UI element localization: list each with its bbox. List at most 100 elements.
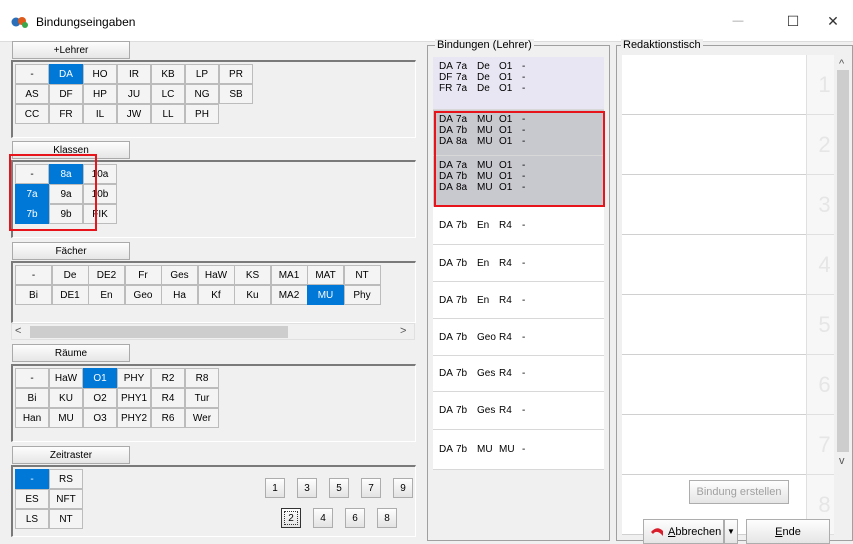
raeume-cell[interactable]: Han: [15, 408, 49, 428]
lehrer-cell[interactable]: PR: [219, 64, 253, 84]
raeume-cell[interactable]: PHY1: [117, 388, 151, 408]
raeume-cell[interactable]: PHY2: [117, 408, 151, 428]
zeitraster-cell[interactable]: RS: [49, 469, 83, 489]
raeume-cell[interactable]: R8: [185, 368, 219, 388]
faecher-cell[interactable]: Kf: [197, 285, 235, 305]
raeume-cell[interactable]: O1: [83, 368, 117, 388]
lehrer-header-button[interactable]: +Lehrer: [12, 41, 130, 59]
redaktion-slot[interactable]: [622, 55, 807, 115]
raeume-cell[interactable]: O3: [83, 408, 117, 428]
raeume-header-button[interactable]: Räume: [12, 344, 130, 362]
period-button[interactable]: 4: [313, 508, 333, 528]
zeitraster-header-button[interactable]: Zeitraster: [12, 446, 130, 464]
zeitraster-cell[interactable]: NT: [49, 509, 83, 529]
bindung-item[interactable]: DA 7b Ges R4-: [433, 392, 604, 430]
bindung-item[interactable]: DA 7b MU MU -: [433, 430, 604, 470]
raeume-cell[interactable]: R6: [151, 408, 185, 428]
lehrer-cell[interactable]: LL: [151, 104, 185, 124]
lehrer-cell[interactable]: LP: [185, 64, 219, 84]
lehrer-cell[interactable]: IR: [117, 64, 151, 84]
lehrer-cell[interactable]: HO: [83, 64, 117, 84]
lehrer-cell[interactable]: FR: [49, 104, 83, 124]
period-button[interactable]: 6: [345, 508, 365, 528]
raeume-cell[interactable]: MU: [49, 408, 83, 428]
lehrer-cell[interactable]: JU: [117, 84, 151, 104]
bindung-item[interactable]: DA 7b En R4-: [433, 207, 604, 245]
faecher-cell[interactable]: Phy: [343, 285, 381, 305]
lehrer-cell[interactable]: IL: [83, 104, 117, 124]
raeume-cell[interactable]: Bi: [15, 388, 49, 408]
faecher-cell[interactable]: En: [88, 285, 125, 305]
faecher-cell[interactable]: Geo: [124, 285, 162, 305]
period-button[interactable]: 2: [281, 508, 301, 528]
bindung-item[interactable]: DA 7b Geo R4-: [433, 319, 604, 356]
faecher-cell[interactable]: DE1: [51, 285, 89, 305]
bindung-item[interactable]: DA 7a De O1- DF 7a De O1- FR 7a De O1-: [433, 57, 604, 110]
raeume-cell[interactable]: HaW: [49, 368, 83, 388]
faecher-cell[interactable]: KS: [234, 265, 271, 285]
bindung-item[interactable]: DA 7b Ges R4-: [433, 356, 604, 392]
faecher-cell[interactable]: Ku: [234, 285, 271, 305]
faecher-cell[interactable]: HaW: [197, 265, 235, 285]
redaktion-slot[interactable]: [622, 415, 807, 475]
raeume-cell[interactable]: -: [15, 368, 49, 388]
lehrer-cell[interactable]: LC: [151, 84, 185, 104]
faecher-cell[interactable]: MA2: [270, 285, 308, 305]
redaktion-slot[interactable]: [622, 175, 807, 235]
raeume-cell[interactable]: PHY: [117, 368, 151, 388]
ende-button[interactable]: Ende: [746, 519, 830, 544]
lehrer-cell[interactable]: KB: [151, 64, 185, 84]
bindung-item[interactable]: DA 7b En R4-: [433, 282, 604, 319]
zeitraster-cell[interactable]: LS: [15, 509, 49, 529]
scroll-left-icon[interactable]: <: [15, 325, 21, 337]
faecher-cell[interactable]: Fr: [124, 265, 162, 285]
raeume-cell[interactable]: R4: [151, 388, 185, 408]
bindung-erstellen-button[interactable]: Bindung erstellen: [689, 480, 789, 504]
faecher-cell[interactable]: NT: [343, 265, 381, 285]
period-button[interactable]: 5: [329, 478, 349, 498]
redaktion-slot[interactable]: [622, 235, 807, 295]
lehrer-cell[interactable]: HP: [83, 84, 117, 104]
faecher-header-button[interactable]: Fächer: [12, 242, 130, 260]
lehrer-cell[interactable]: -: [15, 64, 49, 84]
zeitraster-cell[interactable]: -: [15, 469, 49, 489]
abbrechen-dropdown-button[interactable]: ▼: [724, 519, 738, 544]
redaktion-slot[interactable]: [622, 355, 807, 415]
redaktion-slot[interactable]: [622, 295, 807, 355]
period-button[interactable]: 3: [297, 478, 317, 498]
scroll-down-icon[interactable]: v: [839, 455, 845, 467]
faecher-cell[interactable]: MAT: [307, 265, 344, 285]
lehrer-cell[interactable]: PH: [185, 104, 219, 124]
faecher-cell[interactable]: De: [51, 265, 89, 285]
scroll-up-icon[interactable]: ^: [839, 58, 844, 70]
lehrer-cell[interactable]: CC: [15, 104, 49, 124]
abbrechen-button[interactable]: Abbrechen: [643, 519, 724, 544]
faecher-cell[interactable]: Ges: [161, 265, 198, 285]
raeume-cell[interactable]: Wer: [185, 408, 219, 428]
lehrer-cell[interactable]: JW: [117, 104, 151, 124]
period-button[interactable]: 9: [393, 478, 413, 498]
faecher-cell[interactable]: Ha: [161, 285, 198, 305]
faecher-cell[interactable]: DE2: [88, 265, 125, 285]
raeume-cell[interactable]: O2: [83, 388, 117, 408]
raeume-cell[interactable]: R2: [151, 368, 185, 388]
lehrer-cell[interactable]: AS: [15, 84, 49, 104]
raeume-cell[interactable]: KU: [49, 388, 83, 408]
lehrer-cell[interactable]: SB: [219, 84, 253, 104]
minimize-button[interactable]: —: [715, 8, 761, 34]
period-button[interactable]: 8: [377, 508, 397, 528]
vertical-scroll-thumb[interactable]: [837, 70, 849, 452]
faecher-cell[interactable]: MA1: [270, 265, 308, 285]
period-button[interactable]: 1: [265, 478, 285, 498]
lehrer-cell[interactable]: NG: [185, 84, 219, 104]
close-button[interactable]: ✕: [810, 8, 853, 34]
bindung-item[interactable]: DA 7b En R4-: [433, 245, 604, 282]
zeitraster-cell[interactable]: NFT: [49, 489, 83, 509]
lehrer-cell[interactable]: DF: [49, 84, 83, 104]
period-button[interactable]: 7: [361, 478, 381, 498]
zeitraster-cell[interactable]: ES: [15, 489, 49, 509]
scroll-thumb[interactable]: [30, 326, 288, 338]
faecher-cell[interactable]: MU: [307, 285, 344, 305]
redaktion-slot[interactable]: [622, 115, 807, 175]
lehrer-cell[interactable]: DA: [49, 64, 83, 84]
